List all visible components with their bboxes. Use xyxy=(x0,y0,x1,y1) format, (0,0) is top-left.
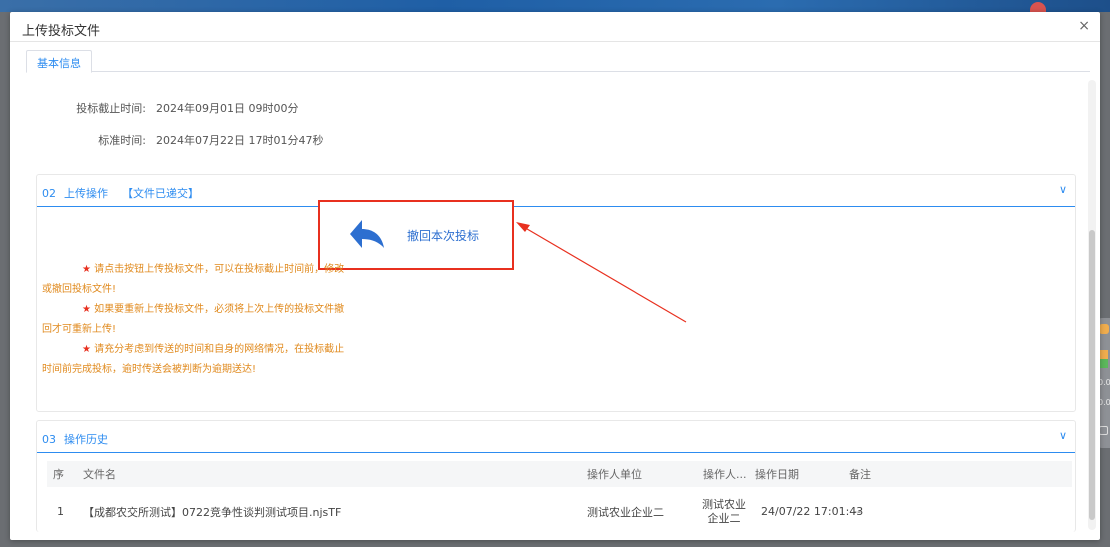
widget-meter xyxy=(1100,350,1108,368)
section-number: 03 xyxy=(42,433,56,446)
chevron-down-icon[interactable]: ∨ xyxy=(1059,183,1067,196)
row-operator: 测试农业企业二 xyxy=(702,497,746,525)
col-unit: 操作人单位 xyxy=(587,468,642,481)
row-unit: 测试农业企业二 xyxy=(587,505,664,519)
section-number: 02 xyxy=(42,187,56,200)
upload-panel-header[interactable]: 02 上传操作 【文件已递交】 ∨ xyxy=(37,175,1075,207)
note-line: 回才可重新上传! xyxy=(42,324,117,335)
widget-expand-icon[interactable] xyxy=(1099,426,1108,435)
section-title: 上传操作 xyxy=(64,187,108,200)
undo-arrow-icon xyxy=(350,220,384,248)
dialog-title: 上传投标文件 xyxy=(22,24,101,39)
background-page-header xyxy=(0,0,1110,12)
row-date: 24/07/22 17:01:43 xyxy=(761,505,864,518)
widget-badge xyxy=(1099,324,1109,334)
history-panel-header[interactable]: 03 操作历史 ∨ xyxy=(37,421,1075,453)
withdraw-bid-label: 撤回本次投标 xyxy=(407,229,480,243)
section-title: 操作历史 xyxy=(64,433,108,446)
background-avatar xyxy=(1030,2,1046,12)
operation-history-panel: 03 操作历史 ∨ 序 文件名 操作人单位 操作人... 操作日期 备注 1 【成… xyxy=(36,420,1076,532)
upload-panel-title: 02 上传操作 【文件已递交】 xyxy=(42,185,199,201)
upload-notes: ★ 请点击按钮上传投标文件，可以在投标截止时间前，修改 或撤回投标文件! ★ 如… xyxy=(42,260,345,380)
upload-operation-panel: 02 上传操作 【文件已递交】 ∨ 撤回本次投标 ★ 请点击按钮上传投标文件，可以在… xyxy=(36,174,1076,412)
note-line: ★ 如果要重新上传投标文件，必须将上次上传的投标文件撤 xyxy=(82,304,345,315)
dialog-content: 投标截止时间: 2024年09月01日 09时00分 标准时间: 2024年07… xyxy=(26,74,1090,532)
note-line: ★ 请点击按钮上传投标文件，可以在投标截止时间前，修改 xyxy=(82,264,345,275)
note-line: 或撤回投标文件! xyxy=(42,284,117,295)
chevron-down-icon[interactable]: ∨ xyxy=(1059,429,1067,442)
tab-basic-info[interactable]: 基本信息 xyxy=(26,50,92,73)
table-row[interactable]: 1 【成都农交所测试】0722竞争性谈判测试项目.njsTF 测试农业企业二 测… xyxy=(47,489,1072,532)
deadline-label: 投标截止时间: xyxy=(76,102,146,115)
standard-time-value: 2024年07月22日 17时01分47秒 xyxy=(156,134,324,147)
note-line: ★ 请充分考虑到传送的时间和自身的网络情况，在投标截止 xyxy=(82,344,345,355)
upload-bid-dialog: 上传投标文件 × 基本信息 投标截止时间: 2024年09月01日 09时00分… xyxy=(10,12,1100,540)
row-remark: -- xyxy=(853,505,861,518)
row-seq: 1 xyxy=(57,505,64,518)
withdraw-bid-button[interactable]: 撤回本次投标 xyxy=(318,200,514,270)
col-filename: 文件名 xyxy=(83,468,116,481)
note-line: 时间前完成投标，逾时传送会被判断为逾期送达! xyxy=(42,364,257,375)
col-seq: 序 xyxy=(53,468,64,481)
col-operator: 操作人... xyxy=(703,468,747,481)
vertical-scrollbar[interactable] xyxy=(1088,80,1096,530)
col-remark: 备注 xyxy=(849,468,871,481)
dialog-header: 上传投标文件 × xyxy=(10,12,1100,42)
deadline-value: 2024年09月01日 09时00分 xyxy=(156,102,299,115)
close-icon[interactable]: × xyxy=(1078,18,1090,34)
submission-status: 【文件已递交】 xyxy=(122,187,199,200)
tab-bar: 基本信息 xyxy=(26,50,1090,73)
table-header: 序 文件名 操作人单位 操作人... 操作日期 备注 xyxy=(47,461,1072,487)
standard-time-label: 标准时间: xyxy=(98,134,146,147)
row-filename: 【成都农交所测试】0722竞争性谈判测试项目.njsTF xyxy=(83,505,342,519)
scrollbar-thumb[interactable] xyxy=(1089,230,1095,520)
history-panel-title: 03 操作历史 xyxy=(42,431,108,447)
col-date: 操作日期 xyxy=(755,468,799,481)
